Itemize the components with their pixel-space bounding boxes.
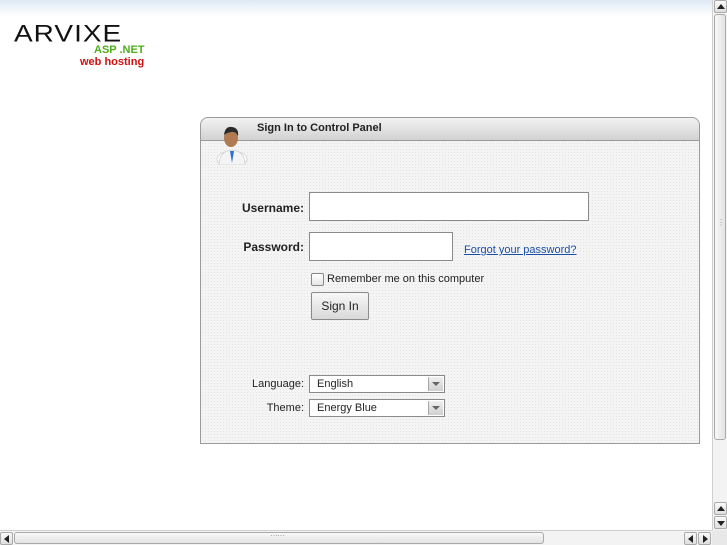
username-input[interactable] (309, 192, 589, 221)
top-gradient (0, 0, 712, 16)
theme-label: Theme: (266, 402, 304, 414)
panel-header: Sign In to Control Panel (201, 118, 699, 141)
grip-icon: ⋮⋮⋮ (717, 218, 727, 227)
chevron-down-icon[interactable] (428, 377, 443, 391)
sign-in-button[interactable]: Sign In (311, 292, 369, 320)
chevron-down-icon[interactable] (428, 401, 443, 415)
horizontal-scrollbar[interactable]: ⋯⋯ (0, 530, 712, 545)
theme-selected-value: Energy Blue (317, 402, 377, 414)
forgot-password-link[interactable]: Forgot your password? (464, 244, 577, 256)
arvixe-logo: ARVIXE ASP .NET web hosting (14, 20, 154, 70)
vertical-scroll-thumb[interactable]: ⋮⋮⋮ (714, 14, 727, 440)
logo-tagline-hosting: web hosting (80, 56, 145, 68)
grip-icon: ⋯⋯ (270, 531, 285, 540)
scroll-up-icon[interactable] (714, 502, 727, 515)
remember-me-label: Remember me on this computer (327, 273, 485, 285)
vertical-scrollbar[interactable]: ⋮⋮⋮ (712, 0, 727, 530)
scroll-left-icon[interactable] (0, 532, 13, 545)
language-label: Language: (252, 378, 304, 390)
username-label: Username: (241, 201, 304, 215)
panel-title: Sign In to Control Panel (257, 122, 382, 134)
language-select[interactable]: English (309, 375, 445, 393)
theme-select[interactable]: Energy Blue (309, 399, 445, 417)
password-label: Password: (243, 240, 304, 254)
scroll-left-icon[interactable] (684, 532, 697, 545)
logo-tagline-aspnet: ASP .NET (94, 44, 145, 56)
remember-me-checkbox[interactable] (311, 273, 324, 286)
scrollbar-corner (712, 530, 727, 545)
language-selected-value: English (317, 378, 354, 390)
horizontal-scroll-thumb[interactable]: ⋯⋯ (14, 532, 544, 544)
signin-panel: Sign In to Control Panel Username: Passw… (200, 117, 700, 444)
user-icon (216, 126, 248, 165)
password-input[interactable] (309, 232, 453, 261)
scroll-down-icon[interactable] (714, 516, 727, 529)
scroll-up-icon[interactable] (714, 0, 727, 13)
scroll-right-icon[interactable] (698, 532, 711, 545)
